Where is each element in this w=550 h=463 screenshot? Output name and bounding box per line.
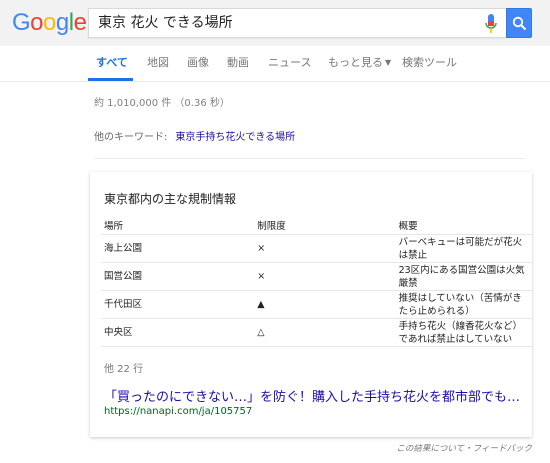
tab-more[interactable]: もっと見る ▼ — [328, 56, 391, 70]
tab-more-label: もっと見る — [328, 56, 383, 69]
search-box — [88, 8, 506, 38]
google-logo[interactable]: Google — [12, 7, 87, 39]
search-tabs: すべて 地図 画像 動画 ニュース もっと見る ▼ 検索ツール — [0, 46, 550, 82]
feedback-link[interactable]: この結果について・フィードバック — [396, 442, 532, 454]
active-tab-indicator — [88, 78, 133, 81]
cell-summary: 手持ち花火（線香花火など）であれば禁止はしていない — [396, 318, 532, 347]
card-title: 東京都内の主な規制情報 — [104, 192, 237, 206]
search-input[interactable] — [98, 9, 478, 37]
cell-place: 海上公園 — [102, 234, 256, 263]
cell-summary: 推奨はしていない（苦情がきたら止められる） — [396, 290, 532, 319]
related-label: 他のキーワード: — [94, 132, 168, 143]
cell-level: △ — [255, 318, 397, 347]
microphone-icon[interactable] — [484, 14, 498, 34]
tab-images[interactable]: 画像 — [187, 56, 209, 70]
table-row: 海上公園 × バーベキューは可能だが花火は禁止 — [102, 234, 532, 263]
table-row: 中央区 △ 手持ち花火（線香花火など）であれば禁止はしていない — [102, 318, 532, 347]
cell-summary: 23区内にある国営公園は火気厳禁 — [396, 262, 532, 291]
cell-level: × — [255, 262, 397, 291]
header-level: 制限度 — [255, 216, 397, 235]
caret-down-icon: ▼ — [385, 58, 392, 67]
logo-letter: g — [55, 9, 69, 36]
header-summary: 概要 — [396, 216, 532, 235]
related-searches: 他のキーワード: 東京手持ち花火できる場所 — [94, 128, 295, 143]
result-stats: 約 1,010,000 件 （0.36 秒） — [94, 98, 230, 109]
search-icon — [512, 16, 527, 31]
table-header-row: 場所 制限度 概要 — [102, 216, 532, 235]
more-rows-link[interactable]: 他 22 行 — [104, 360, 143, 375]
tab-search-tools[interactable]: 検索ツール — [402, 56, 457, 70]
logo-letter: o — [30, 9, 44, 36]
logo-letter: e — [73, 9, 87, 36]
table-row: 国営公園 × 23区内にある国営公園は火気厳禁 — [102, 262, 532, 291]
related-link[interactable]: 東京手持ち花火できる場所 — [175, 132, 295, 143]
cell-place: 中央区 — [102, 318, 256, 347]
result-url: https://nanapi.com/ja/105757 — [104, 406, 253, 417]
header-place: 場所 — [102, 216, 256, 235]
regulation-table: 場所 制限度 概要 海上公園 × バーベキューは可能だが花火は禁止 国営公園 ×… — [102, 216, 532, 347]
tab-maps[interactable]: 地図 — [147, 56, 169, 70]
logo-letter: G — [12, 9, 31, 36]
cell-level: × — [255, 234, 397, 263]
search-button[interactable] — [506, 8, 532, 38]
cell-place: 千代田区 — [102, 290, 256, 319]
table-row: 千代田区 ▲ 推奨はしていない（苦情がきたら止められる） — [102, 290, 532, 319]
cell-place: 国営公園 — [102, 262, 256, 291]
divider — [94, 158, 526, 159]
cell-level: ▲ — [255, 290, 397, 319]
tab-news[interactable]: ニュース — [268, 56, 311, 70]
logo-letter: o — [43, 9, 56, 36]
featured-snippet-card: 東京都内の主な規制情報 場所 制限度 概要 海上公園 × バーベキューは可能だが… — [90, 172, 532, 437]
search-header: Google — [0, 0, 550, 46]
tab-all[interactable]: すべて — [96, 56, 128, 70]
result-title-link[interactable]: 「買ったのにできない…」を防ぐ！購入した手持ち花火を都市部でも通… — [104, 386, 528, 405]
cell-summary: バーベキューは可能だが花火は禁止 — [396, 234, 532, 263]
tab-videos[interactable]: 動画 — [227, 56, 249, 70]
